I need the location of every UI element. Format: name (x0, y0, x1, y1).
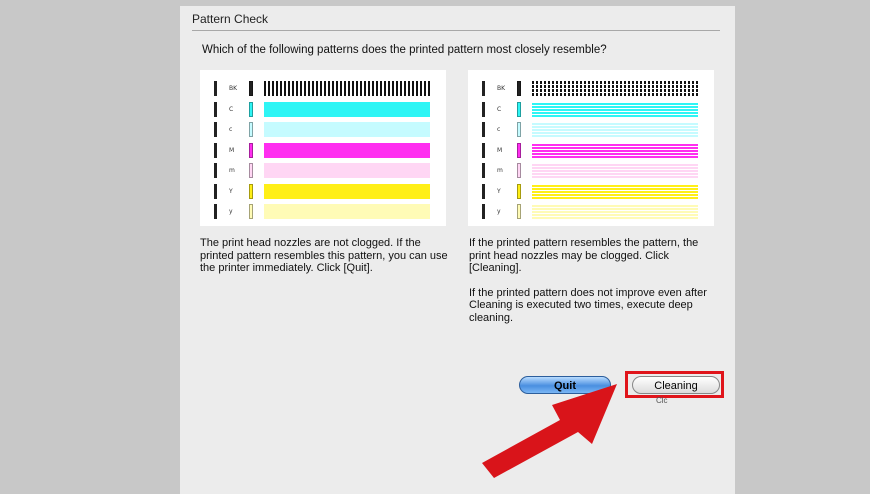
pointer-arrow-icon (482, 384, 617, 478)
arrow-shape (482, 384, 617, 478)
